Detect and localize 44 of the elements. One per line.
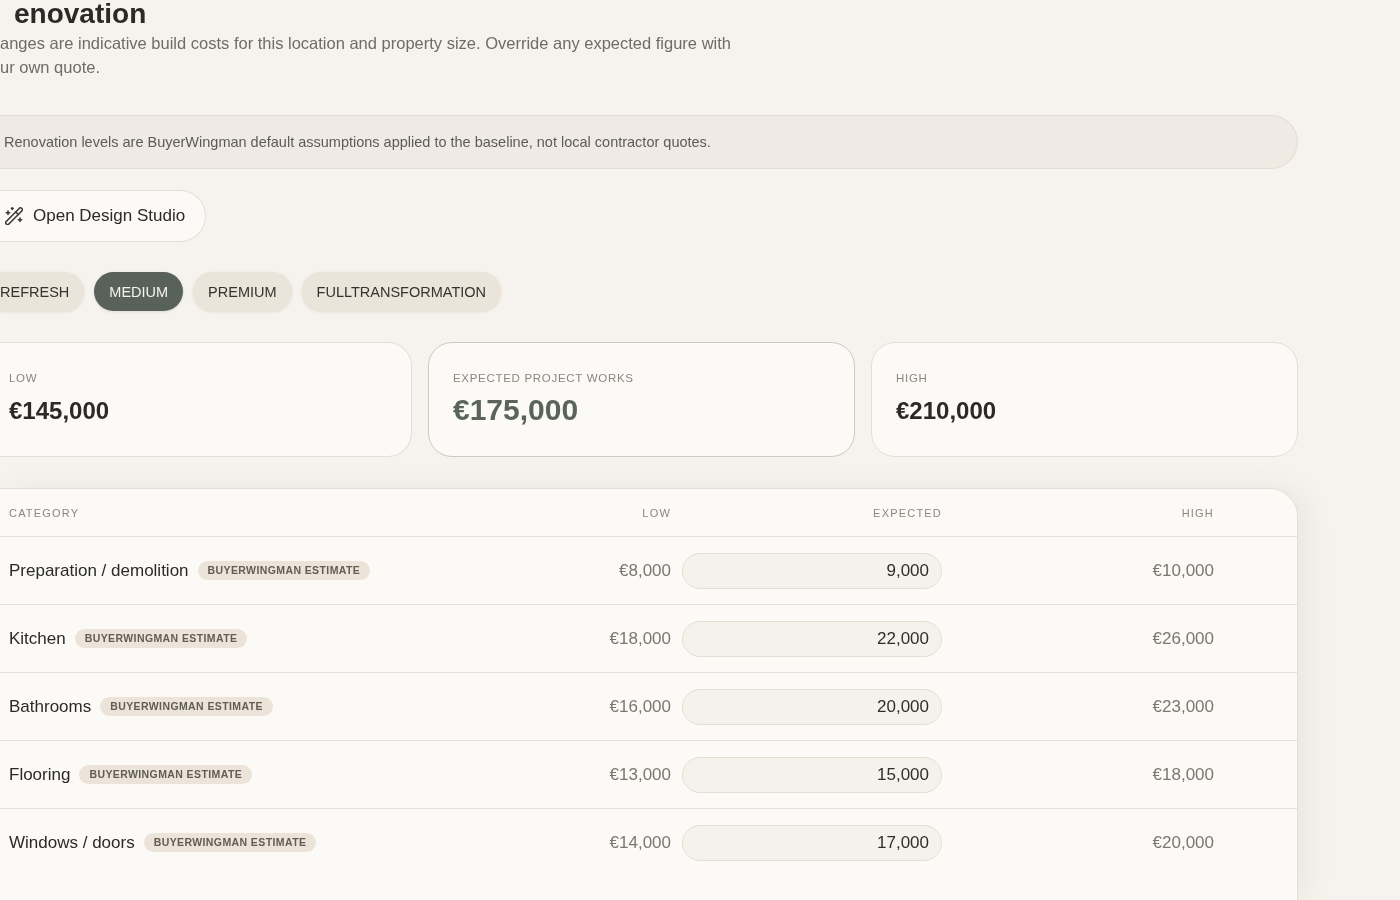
column-header: LOW <box>642 506 671 519</box>
card-value: €210,000 <box>896 396 997 426</box>
estimate-badge: BUYERWINGMAN ESTIMATE <box>197 561 371 580</box>
low-amount: €13,000 <box>609 764 671 785</box>
open-design-studio-button[interactable]: Open Design Studio <box>0 190 207 242</box>
expected-input[interactable]: 15,000 <box>682 756 942 793</box>
card-label: HIGH <box>896 371 928 385</box>
card-label: LOW <box>9 371 38 385</box>
low-amount: €18,000 <box>609 628 671 649</box>
magic-wand-icon <box>5 207 23 225</box>
low-amount: €16,000 <box>609 696 671 717</box>
expected-input[interactable]: 20,000 <box>682 688 942 725</box>
low-amount: €14,000 <box>609 832 671 853</box>
level-tab[interactable]: REFRESH <box>0 272 85 311</box>
estimate-badge: BUYERWINGMAN ESTIMATE <box>74 629 248 648</box>
high-amount: €23,000 <box>1152 696 1214 717</box>
category-name: Windows / doors <box>9 832 135 853</box>
expected-input[interactable]: 17,000 <box>682 824 942 861</box>
category-name: Kitchen <box>9 628 66 649</box>
page-title: enovation <box>13 0 147 28</box>
low-amount: €8,000 <box>619 560 671 581</box>
high-amount: €18,000 <box>1152 764 1214 785</box>
estimate-badge: BUYERWINGMAN ESTIMATE <box>143 833 317 852</box>
column-header: CATEGORY <box>9 506 80 519</box>
card-label: EXPECTED PROJECT WORKS <box>453 371 634 385</box>
high-amount: €20,000 <box>1152 832 1214 853</box>
estimate-badge: BUYERWINGMAN ESTIMATE <box>100 697 273 716</box>
column-header: EXPECTED <box>873 506 942 519</box>
estimate-badge: BUYERWINGMAN ESTIMATE <box>79 765 253 784</box>
card-value: €145,000 <box>9 396 110 426</box>
category-name: Flooring <box>9 764 71 785</box>
column-header: HIGH <box>1181 506 1214 519</box>
high-amount: €26,000 <box>1152 628 1214 649</box>
info-banner: Renovation levels are BuyerWingman default assumptions applied to the baseline, not local contractor quotes. <box>0 115 1298 169</box>
expected-input[interactable]: 22,000 <box>682 620 942 657</box>
high-amount: €10,000 <box>1152 560 1214 581</box>
card-value: €175,000 <box>453 393 579 427</box>
category-name: Bathrooms <box>9 696 92 717</box>
expected-input[interactable]: 9,000 <box>682 552 942 589</box>
level-tab[interactable]: FULLTRANSFORMATION <box>301 272 502 311</box>
category-name: Preparation / demolition <box>9 560 189 581</box>
level-tab[interactable]: MEDIUM <box>94 272 184 311</box>
description: anges are indicative build costs for this location and property size. Override any expected figure with ur own quote. <box>0 33 731 78</box>
level-tab[interactable]: PREMIUM <box>193 272 292 311</box>
